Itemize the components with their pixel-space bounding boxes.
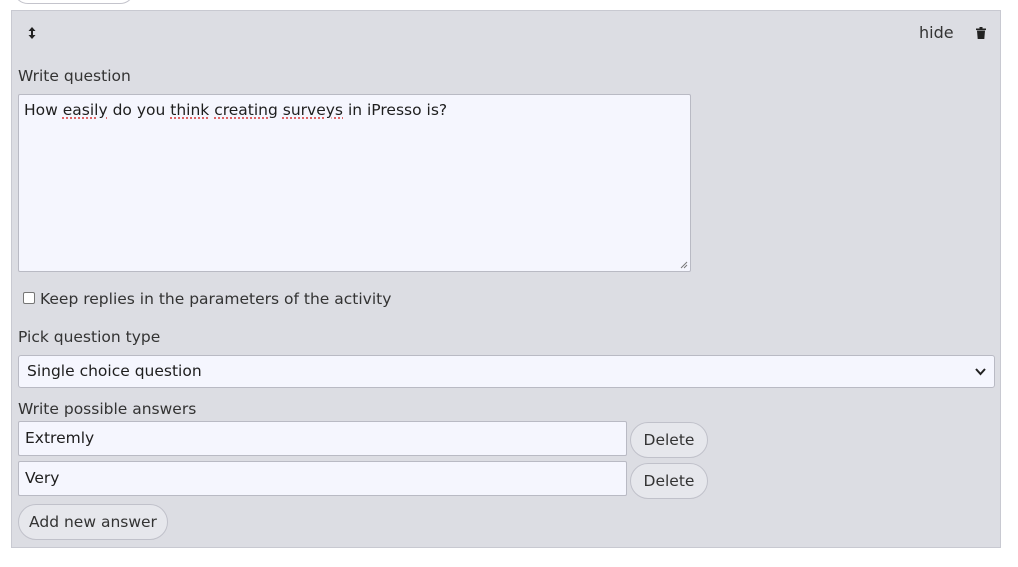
question-panel: hide Write question How easily do you th… xyxy=(11,10,1001,548)
question-text: How easily do you think creating surveys… xyxy=(24,101,448,119)
answer-input[interactable]: Very xyxy=(18,461,627,496)
answer-input[interactable]: Extremly xyxy=(18,421,627,456)
add-answer-button[interactable]: Add new answer xyxy=(18,504,168,540)
question-type-select[interactable]: Single choice question xyxy=(18,355,995,388)
answers-label: Write possible answers xyxy=(18,400,197,418)
question-type-label: Pick question type xyxy=(18,328,161,346)
keep-replies-label[interactable]: Keep replies in the parameters of the ac… xyxy=(40,290,391,308)
question-textarea[interactable]: How easily do you think creating surveys… xyxy=(18,94,691,272)
delete-answer-button[interactable]: Delete xyxy=(630,422,708,458)
delete-answer-button[interactable]: Delete xyxy=(630,463,708,499)
question-type-value: Single choice question xyxy=(27,362,202,380)
resize-grip-icon[interactable] xyxy=(680,261,688,269)
question-label: Write question xyxy=(18,67,131,85)
drag-handle-icon[interactable] xyxy=(26,23,38,43)
chevron-down-icon xyxy=(975,368,986,376)
trash-icon[interactable] xyxy=(974,24,988,42)
hide-link[interactable]: hide xyxy=(919,23,954,42)
previous-button[interactable] xyxy=(13,0,135,4)
keep-replies-checkbox[interactable] xyxy=(23,292,35,304)
